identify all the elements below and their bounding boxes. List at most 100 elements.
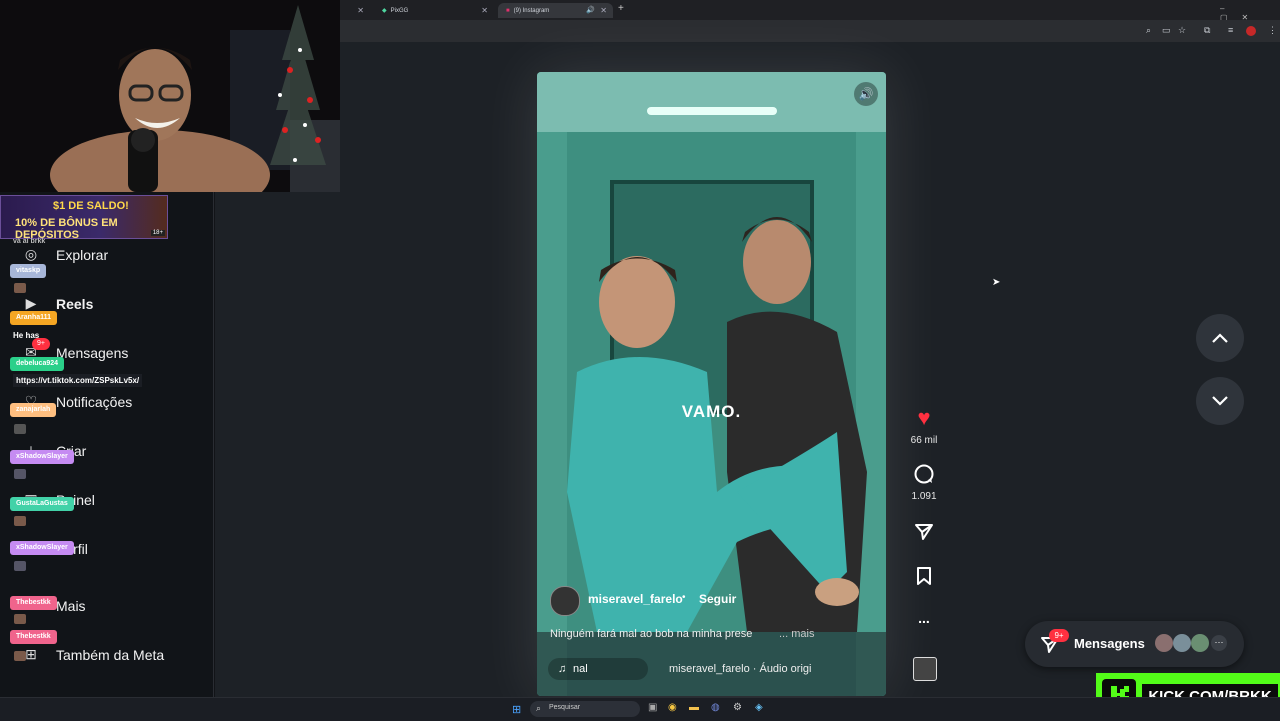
more-avatars-icon: ··· (1211, 635, 1227, 651)
compass-icon: ◎ (24, 246, 38, 262)
close-icon[interactable]: ✕ (357, 6, 364, 15)
chat-username: zanajarlah (10, 403, 57, 417)
menu-icon[interactable]: ⋮ (1268, 25, 1277, 36)
chat-avatar (14, 469, 26, 479)
next-reel-button[interactable] (1196, 377, 1244, 425)
messages-pill[interactable]: 9+ Mensagens ··· (1025, 621, 1244, 667)
star-icon[interactable]: ☆ (1178, 25, 1186, 36)
chat-message: He has (13, 331, 40, 340)
browser-toolbar: ⌕ ▭ ☆ ⧉ ≡ ⋮ (340, 20, 1280, 42)
messages-label: Mensagens (1074, 636, 1145, 651)
author-username[interactable]: miseravel_farelo (588, 592, 683, 606)
chevron-up-icon (1212, 333, 1228, 343)
chat-username: vitaskp (10, 264, 47, 278)
new-tab-button[interactable]: + (618, 3, 624, 14)
settings-icon[interactable]: ⚙ (733, 702, 742, 713)
avatar (1155, 634, 1173, 652)
avatar (1173, 634, 1191, 652)
heart-filled-icon: ♥ (917, 405, 931, 430)
media-icon[interactable]: ≡ (1228, 25, 1233, 35)
chat-avatar (14, 424, 26, 434)
audio-thumbnail[interactable] (913, 657, 937, 681)
author-avatar[interactable] (550, 586, 580, 616)
tab-label: PixGG (390, 7, 409, 14)
chat-message: vá aí brkk (13, 238, 46, 245)
search-icon: ⌕ (536, 703, 542, 713)
age-badge: 18+ (150, 230, 165, 236)
close-icon[interactable]: ✕ (600, 6, 607, 15)
chat-avatar (14, 651, 26, 661)
send-icon (915, 524, 933, 540)
mouse-cursor: ➤ (992, 277, 1001, 288)
speaker-icon[interactable]: 🔊 (586, 6, 595, 14)
taskbar-search-placeholder: Pesquisar (549, 704, 581, 711)
reel-overlay-text: VAMO. (681, 402, 742, 421)
webcam-scene (0, 0, 340, 192)
profile-avatar[interactable] (1246, 26, 1256, 36)
task-view-icon[interactable]: ▣ (648, 702, 657, 713)
taskbar-search[interactable]: ⌕ Pesquisar (530, 701, 640, 717)
chat-username: Thebestkk (10, 596, 57, 610)
chat-avatar (14, 283, 26, 293)
tab-pixgg[interactable]: ◆ PixGG ✕ (374, 3, 494, 18)
audio-title: nal (573, 663, 588, 675)
sidebar-item-reels[interactable]: Reels (56, 296, 93, 312)
chat-avatar (14, 614, 26, 624)
sidebar-item-tambem-da-meta[interactable]: Também da Meta (56, 647, 164, 663)
likes-count: 66 mil (910, 435, 938, 446)
share-button[interactable] (910, 520, 938, 547)
chevron-down-icon (1212, 396, 1228, 406)
cast-icon[interactable]: ▭ (1162, 25, 1171, 36)
chat-username: GustaLaGustas (10, 497, 74, 511)
like-button[interactable]: ♥ (910, 405, 938, 431)
sidebar-item-mensagens[interactable]: Mensagens (56, 345, 128, 361)
browser-tab-bar: ✕ ◆ PixGG ✕ ■ (9) Instagram 🔊 ✕ + –▢✕ (340, 0, 1280, 22)
banner-line1: $1 DE SALDO! (53, 200, 129, 212)
extensions-icon[interactable]: ⧉ (1204, 25, 1210, 36)
sidebar-item-explorar[interactable]: Explorar (56, 247, 108, 263)
streamer-webcam (0, 0, 340, 192)
comment-button[interactable] (910, 463, 938, 490)
chat-avatar (14, 561, 26, 571)
audio-pill[interactable]: ♫ nal (548, 658, 648, 680)
avatar (1191, 634, 1209, 652)
speaker-icon: 🔊 (858, 87, 874, 101)
sidebar-item-notificacoes[interactable]: Notificações (56, 394, 132, 410)
messages-badge: 9+ (1049, 629, 1069, 642)
chat-username: Thebestkk (10, 630, 57, 644)
chrome-icon[interactable]: ◉ (668, 702, 677, 713)
more-options-button[interactable]: ... (910, 610, 938, 626)
chat-username: debeluca924 (10, 357, 65, 371)
separator-dot: • (682, 592, 686, 603)
tab-label: (9) Instagram (513, 7, 550, 14)
chat-username: Aranha111 (10, 311, 58, 325)
chat-username: xShadowSlayer (10, 450, 74, 464)
comment-icon (914, 464, 934, 484)
instagram-icon: ■ (506, 7, 510, 14)
volume-button[interactable]: 🔊 (854, 82, 878, 106)
pixgg-icon: ◆ (382, 8, 387, 14)
previous-reel-button[interactable] (1196, 314, 1244, 362)
bookmark-icon (917, 567, 931, 585)
reel-caption-text: Ninguém fará mal ao bob na minha prese (550, 628, 753, 640)
comments-count: 1.091 (911, 491, 937, 502)
close-icon[interactable]: ✕ (481, 6, 488, 15)
sponsor-banner: $1 DE SALDO! 10% DE BÔNUS EM DEPÓSITOS 1… (0, 195, 168, 241)
follow-button[interactable]: Seguir (699, 592, 736, 606)
chat-username: xShadowSlayer (10, 541, 74, 555)
steam-icon[interactable]: ◈ (755, 702, 763, 713)
tab-instagram[interactable]: ■ (9) Instagram 🔊 ✕ (498, 3, 613, 18)
tab-previous-close[interactable]: ✕ (340, 3, 370, 18)
zoom-icon[interactable]: ⌕ (1146, 25, 1151, 36)
chat-avatar (14, 516, 26, 526)
audio-info[interactable]: miseravel_farelo · Áudio origi (669, 663, 811, 675)
windows-start-icon[interactable]: ⊞ (512, 703, 521, 716)
windows-taskbar: ⊞ ⌕ Pesquisar ▣ ◉ ▬ ◍ ⚙ ◈ (0, 697, 1280, 721)
folder-icon[interactable]: ▬ (689, 702, 699, 713)
save-button[interactable] (910, 565, 938, 592)
chat-link: https://vt.tiktok.com/ZSPskLv5x/ (13, 374, 143, 387)
discord-icon[interactable]: ◍ (711, 702, 720, 713)
caption-more-link[interactable]: ... mais (779, 628, 814, 640)
sidebar-item-mais[interactable]: Mais (56, 598, 86, 614)
music-note-icon: ♫ (558, 663, 567, 675)
